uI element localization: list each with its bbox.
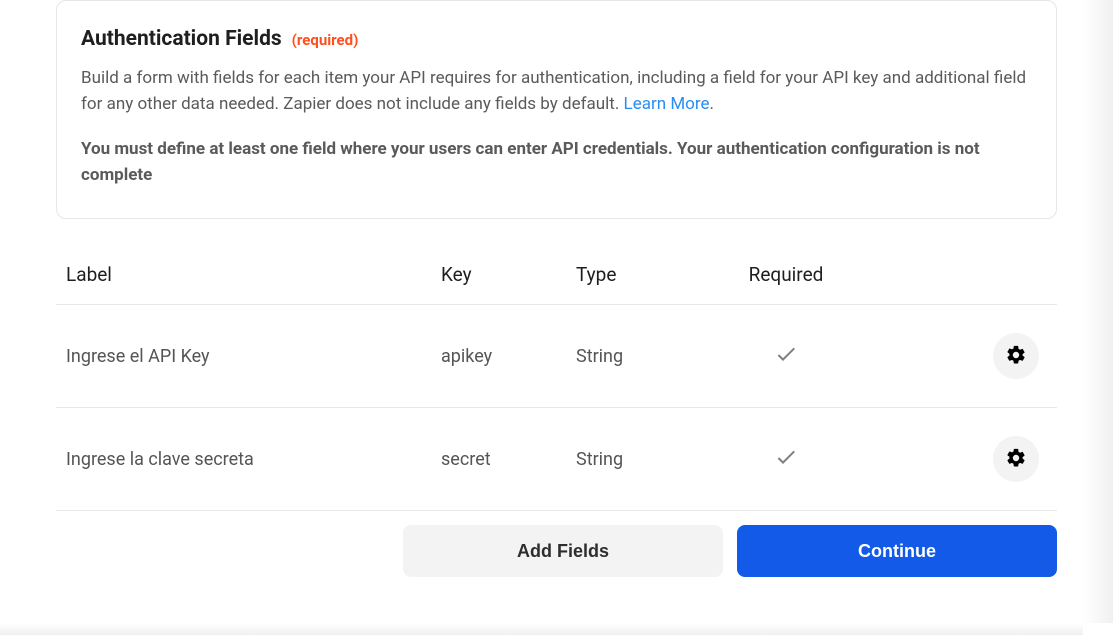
cell-label: Ingrese la clave secreta [66, 449, 441, 470]
gear-icon [1005, 447, 1027, 472]
button-row: Add Fields Continue [56, 525, 1057, 577]
header-required: Required [706, 263, 866, 286]
panel-description-text: Build a form with fields for each item y… [81, 68, 1026, 114]
cell-key: apikey [441, 346, 576, 367]
panel-warning: You must define at least one field where… [81, 136, 1032, 189]
continue-button[interactable]: Continue [737, 525, 1057, 577]
bottom-shadow-decoration [0, 623, 1083, 635]
panel-title: Authentication Fields [81, 27, 282, 51]
table-header-row: Label Key Type Required [56, 249, 1057, 305]
row-settings-button[interactable] [993, 436, 1039, 482]
learn-more-link[interactable]: Learn More [624, 94, 710, 114]
cell-required [706, 445, 866, 474]
cell-label: Ingrese el API Key [66, 346, 441, 367]
check-icon [774, 342, 798, 366]
header-label: Label [66, 263, 441, 286]
panel-description-post: . [710, 94, 714, 114]
auth-fields-table: Label Key Type Required Ingrese el API K… [56, 249, 1057, 511]
cell-required [706, 342, 866, 371]
header-type: Type [576, 263, 706, 286]
row-settings-button[interactable] [993, 333, 1039, 379]
gear-icon [1005, 344, 1027, 369]
cell-type: String [576, 346, 706, 367]
cell-key: secret [441, 449, 576, 470]
check-icon [774, 445, 798, 469]
auth-fields-panel: Authentication Fields (required) Build a… [56, 0, 1057, 219]
add-fields-button[interactable]: Add Fields [403, 525, 723, 577]
cell-type: String [576, 449, 706, 470]
table-row: Ingrese el API Key apikey String [56, 305, 1057, 408]
header-key: Key [441, 263, 576, 286]
panel-description: Build a form with fields for each item y… [81, 65, 1032, 118]
required-badge: (required) [292, 31, 359, 49]
table-row: Ingrese la clave secreta secret String [56, 408, 1057, 511]
